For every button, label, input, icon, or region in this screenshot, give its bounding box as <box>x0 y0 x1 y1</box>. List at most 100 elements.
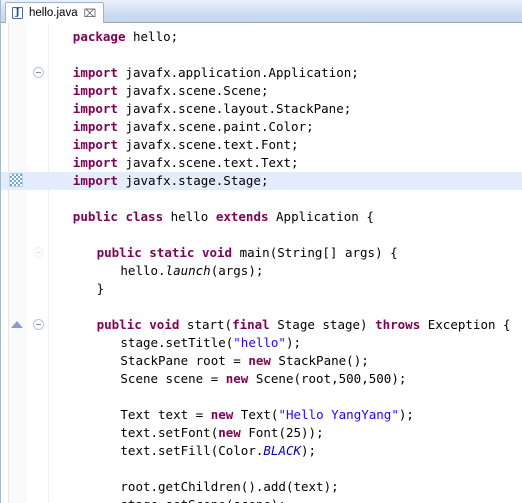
code-line[interactable] <box>1 460 522 478</box>
code-token: static <box>149 245 195 260</box>
code-line[interactable]: text.setFill(Color.BLACK); <box>1 442 522 460</box>
code-line[interactable]: root.getChildren().add(text); <box>1 478 522 496</box>
code-line[interactable]: import javafx.scene.text.Text; <box>1 154 522 172</box>
code-line[interactable] <box>1 46 522 64</box>
code-token: new <box>218 425 241 440</box>
code-line[interactable] <box>1 388 522 406</box>
java-editor-window: J hello.java ⌧ package hello; import java… <box>0 0 522 503</box>
code-token: Font(25)); <box>240 425 324 440</box>
code-token: import <box>72 101 118 116</box>
code-token: javafx.scene.Scene; <box>117 83 269 98</box>
code-token: hello <box>163 209 216 224</box>
code-token: launch <box>165 263 211 278</box>
code-line[interactable]: import javafx.scene.text.Font; <box>1 136 522 154</box>
code-token: } <box>96 281 105 296</box>
code-token: Scene scene = <box>120 371 226 386</box>
code-token: BLACK <box>263 443 302 458</box>
code-token: "hello" <box>233 335 286 350</box>
code-line[interactable]: import javafx.scene.paint.Color; <box>1 118 522 136</box>
code-token: "Hello YangYang" <box>278 407 399 422</box>
code-line[interactable]: hello.launch(args); <box>1 262 522 280</box>
code-token: Application { <box>268 209 374 224</box>
code-line[interactable]: StackPane root = new StackPane(); <box>1 352 522 370</box>
editor-body[interactable]: package hello; import javafx.application.… <box>1 23 522 503</box>
code-token: class <box>125 209 164 224</box>
code-line[interactable]: public class hello extends Application { <box>1 208 522 226</box>
code-token: new <box>225 371 249 386</box>
code-token: void <box>201 245 233 260</box>
close-icon[interactable]: ⌧ <box>84 8 97 19</box>
code-line[interactable] <box>1 298 522 316</box>
code-line[interactable]: public void start(final Stage stage) thr… <box>1 316 522 334</box>
code-token: main(String[] args) { <box>232 245 398 260</box>
code-token: import <box>72 155 118 170</box>
collapse-fold-icon[interactable] <box>33 319 44 330</box>
code-line[interactable] <box>1 190 522 208</box>
code-token: Text text = <box>120 407 211 422</box>
code-token: root.getChildren().add(text); <box>120 479 339 494</box>
up-triangle-annotation-icon[interactable] <box>11 321 23 328</box>
code-token: ); <box>301 443 317 458</box>
code-token: start( <box>179 317 233 332</box>
code-line[interactable]: import javafx.scene.Scene; <box>1 82 522 100</box>
code-token: import <box>72 173 118 188</box>
java-file-icon-letter: J <box>15 7 20 18</box>
code-token: (args); <box>210 263 264 278</box>
code-token: javafx.application.Application; <box>117 65 359 80</box>
code-token: javafx.scene.text.Font; <box>117 137 299 152</box>
code-text-area[interactable]: package hello; import javafx.application.… <box>1 23 522 503</box>
collapse-fold-icon[interactable] <box>33 247 44 258</box>
code-token: javafx.scene.paint.Color; <box>117 119 314 134</box>
code-line[interactable]: Scene scene = new Scene(root,500,500); <box>1 370 522 388</box>
code-token: text.setFont( <box>120 425 219 440</box>
code-token: text.setFill(Color. <box>120 443 264 458</box>
code-token: throws <box>375 317 421 332</box>
code-line[interactable]: import javafx.application.Application; <box>1 64 522 82</box>
code-token: stage.setTitle( <box>120 335 234 350</box>
code-token: new <box>248 353 271 368</box>
code-token: import <box>72 137 118 152</box>
code-line[interactable]: stage.setTitle("hello"); <box>1 334 522 352</box>
code-token: Scene(root,500,500); <box>248 371 407 386</box>
code-line[interactable]: import javafx.stage.Stage; <box>1 172 522 190</box>
occurrence-marker-icon[interactable] <box>9 173 23 187</box>
tab-hello-java[interactable]: J hello.java ⌧ <box>5 2 105 23</box>
java-file-icon: J <box>12 6 24 20</box>
code-token: import <box>72 65 118 80</box>
code-token: javafx.stage.Stage; <box>117 173 269 188</box>
code-token: Exception { <box>420 317 511 332</box>
code-token: package <box>72 29 126 44</box>
code-line[interactable]: stage.setScene(scene); <box>1 496 522 503</box>
code-token: extends <box>215 209 269 224</box>
code-token: javafx.scene.text.Text; <box>117 155 299 170</box>
code-token: public <box>96 317 142 332</box>
code-token: void <box>149 317 180 332</box>
collapse-fold-icon[interactable] <box>33 67 44 78</box>
editor-tab-bar: J hello.java ⌧ <box>1 0 522 23</box>
code-line[interactable]: package hello; <box>1 28 522 46</box>
code-token: Text( <box>233 407 279 422</box>
code-token: StackPane(); <box>270 353 369 368</box>
code-token: StackPane root = <box>120 353 249 368</box>
code-line[interactable] <box>1 226 522 244</box>
code-token: import <box>72 119 118 134</box>
code-token: Stage stage) <box>269 317 376 332</box>
code-line[interactable]: Text text = new Text("Hello YangYang"); <box>1 406 522 424</box>
code-line[interactable]: import javafx.scene.layout.StackPane; <box>1 100 522 118</box>
tab-label: hello.java <box>29 7 78 19</box>
code-token: ); <box>285 335 302 350</box>
code-token: new <box>210 407 234 422</box>
code-line[interactable]: public static void main(String[] args) { <box>1 244 522 262</box>
code-line[interactable]: } <box>1 280 522 298</box>
code-token: javafx.scene.layout.StackPane; <box>117 101 352 116</box>
code-token: import <box>72 83 118 98</box>
code-token: ); <box>398 407 414 422</box>
code-token: public <box>96 245 142 260</box>
code-token: hello; <box>125 29 179 44</box>
code-token: public <box>72 209 118 224</box>
code-token: final <box>232 317 270 332</box>
code-token: stage.setScene(scene); <box>120 497 286 503</box>
code-line[interactable]: text.setFont(new Font(25)); <box>1 424 522 442</box>
code-token: hello. <box>120 263 166 278</box>
